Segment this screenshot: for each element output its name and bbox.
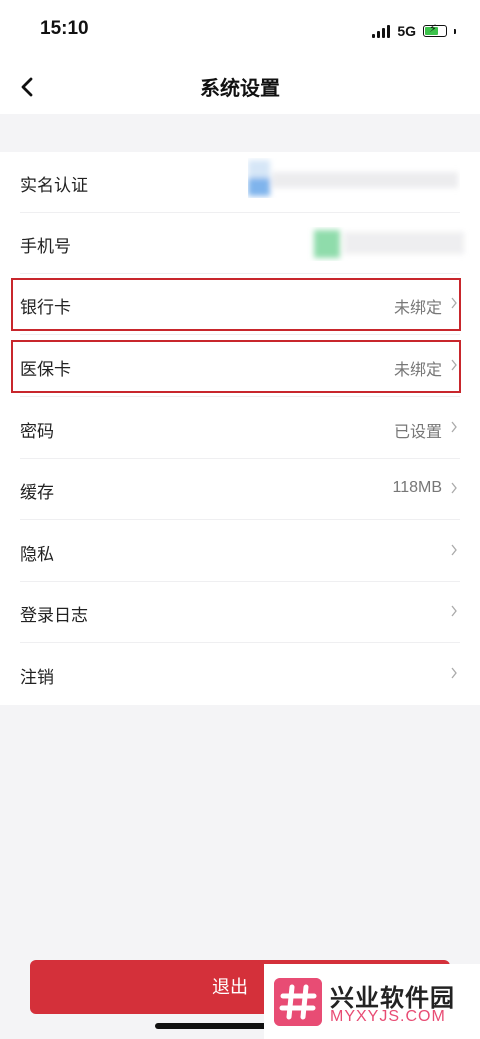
chevron-right-icon [451, 297, 457, 309]
status-time: 15:10 [40, 18, 89, 39]
battery-charging-icon: ⚡ [423, 23, 447, 37]
network-type: 5G [397, 23, 416, 39]
settings-row-privacy[interactable]: 隐私 [0, 521, 480, 582]
settings-row-password[interactable]: 密码 已设置 [0, 398, 480, 459]
settings-row-login-log[interactable]: 登录日志 [0, 582, 480, 643]
row-label: 注销 [20, 668, 54, 687]
row-label: 银行卡 [20, 298, 71, 317]
watermark: 兴业软件园 MYXYJS.COM [264, 964, 480, 1039]
row-label: 手机号 [20, 237, 71, 256]
row-label: 缓存 [20, 483, 54, 502]
row-label: 登录日志 [20, 606, 88, 625]
nav-bar: 系统设置 [0, 60, 480, 114]
chevron-right-icon [451, 605, 457, 617]
row-value: 未绑定 [393, 300, 442, 317]
status-bar: 15:10 5G ⚡ [0, 0, 480, 60]
battery-tip [454, 28, 456, 34]
settings-row-bank-card[interactable]: 银行卡 未绑定 [0, 274, 480, 335]
redacted-phone-number [314, 230, 464, 258]
watermark-url: MYXYJS.COM [330, 1008, 446, 1025]
chevron-right-icon [451, 667, 457, 679]
page-title: 系统设置 [200, 78, 280, 100]
row-label: 实名认证 [20, 176, 88, 195]
row-value: 118MB [392, 479, 442, 496]
row-label: 密码 [20, 422, 54, 441]
hash-logo-icon [274, 978, 322, 1026]
chevron-right-icon [451, 421, 457, 433]
settings-row-deregister[interactable]: 注销 [0, 644, 480, 705]
row-label: 隐私 [20, 545, 54, 564]
chevron-right-icon [451, 544, 457, 556]
row-value: 未绑定 [393, 362, 442, 379]
signal-icon [372, 24, 391, 38]
redacted-real-name [248, 160, 458, 196]
chevron-right-icon [451, 359, 457, 371]
settings-row-medical-card[interactable]: 医保卡 未绑定 [0, 336, 480, 397]
logout-label: 退出 [212, 977, 248, 997]
settings-row-cache[interactable]: 缓存 118MB [0, 459, 480, 520]
chevron-right-icon [451, 482, 457, 494]
status-indicators: 5G ⚡ [372, 20, 456, 42]
row-value: 已设置 [393, 424, 442, 441]
row-label: 医保卡 [20, 360, 71, 379]
